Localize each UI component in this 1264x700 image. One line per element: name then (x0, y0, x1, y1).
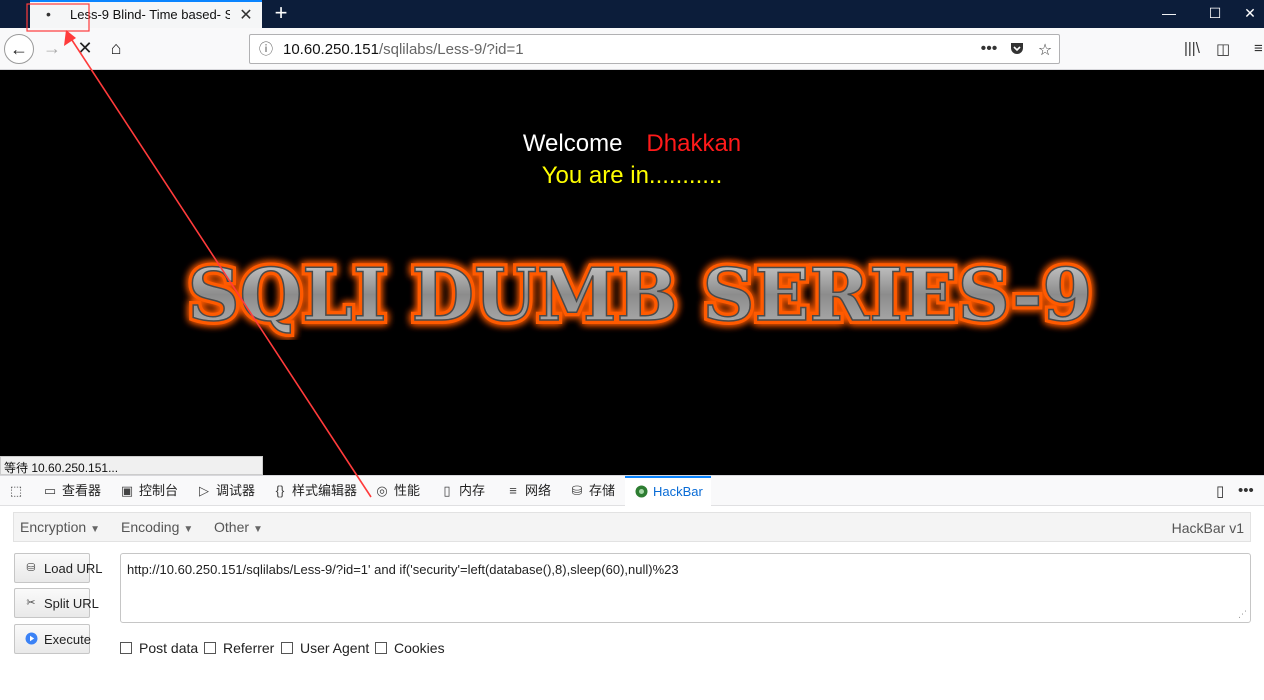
forward-icon[interactable]: → (37, 34, 67, 64)
page-actions-icon[interactable]: ••• (979, 40, 999, 58)
hackbar-version: HackBar v1 (1171, 520, 1244, 536)
web-page: Welcome Dhakkan You are in........... SQL… (0, 70, 1264, 475)
debugger-icon: ▷ (199, 483, 209, 498)
tab-performance[interactable]: ◎ 性能 (374, 476, 420, 506)
other-menu[interactable]: Other ▼ (214, 519, 263, 535)
back-icon[interactable]: ← (4, 34, 34, 64)
chevron-down-icon: ▼ (90, 524, 101, 535)
bookmark-star-icon[interactable]: ☆ (1035, 40, 1055, 60)
tab-inspector[interactable]: ▭ 查看器 (42, 476, 101, 506)
load-url-button[interactable]: ⛁ Load URL (14, 553, 103, 583)
style-editor-icon: {} (275, 483, 285, 498)
site-info-icon[interactable]: ⓘ (258, 41, 274, 57)
menu-icon[interactable]: ≡ (1254, 40, 1263, 57)
tab-hackbar[interactable]: HackBar (625, 476, 711, 506)
welcome-line: Welcome Dhakkan (0, 130, 1264, 158)
navigation-bar: ← → ✕ ⌂ ⓘ 10.60.250.151/sqlilabs/Less-9/… (0, 28, 1264, 70)
browser-tab[interactable]: • Less-9 Blind- Time based- Single Quote… (30, 0, 262, 28)
network-icon: ≡ (509, 483, 517, 498)
tab-memory[interactable]: ▯ 内存 (439, 476, 485, 506)
welcome-label: Welcome (522, 130, 623, 157)
series-banner: SQLI DUMB SERIES-9 SQLI DUMB SERIES-9 (184, 250, 1097, 340)
hackbar-icon (633, 478, 649, 505)
resize-handle-icon[interactable]: ⋰ (1238, 609, 1247, 620)
cookies-checkbox[interactable]: Cookies (375, 640, 445, 656)
checkbox-icon (120, 642, 132, 654)
close-tab-icon[interactable]: ✕ (237, 5, 255, 25)
welcome-name: Dhakkan (646, 130, 742, 157)
pocket-icon[interactable] (1007, 40, 1027, 61)
tab-storage[interactable]: ⛁ 存储 (569, 476, 615, 506)
browser-window: • Less-9 Blind- Time based- Single Quote… (0, 0, 1264, 700)
minimize-icon[interactable]: — (1146, 0, 1192, 28)
library-icon[interactable]: |||\ (1184, 40, 1200, 57)
status-message: You are in........... (541, 162, 723, 189)
address-bar[interactable]: ⓘ 10.60.250.151/sqlilabs/Less-9/?id=1 ••… (249, 34, 1060, 64)
checkbox-icon (204, 642, 216, 654)
performance-icon: ◎ (376, 483, 388, 498)
chevron-down-icon: ▼ (253, 524, 263, 535)
hackbar-url-textarea[interactable]: http://10.60.250.151/sqlilabs/Less-9/?id… (120, 553, 1251, 623)
stop-icon[interactable]: ✕ (70, 34, 100, 64)
banner-text: SQLI DUMB SERIES-9 (188, 252, 1093, 337)
tab-network[interactable]: ≡ 网络 (505, 476, 551, 506)
devtools-menu-icon[interactable]: ••• (1238, 482, 1254, 499)
encryption-menu[interactable]: Encryption ▼ (20, 519, 100, 535)
title-bar: • Less-9 Blind- Time based- Single Quote… (0, 0, 1264, 28)
load-icon: ⛁ (26, 562, 36, 574)
url-text[interactable]: 10.60.250.151/sqlilabs/Less-9/?id=1 (283, 41, 524, 58)
execute-button[interactable]: Execute (14, 624, 91, 654)
sidebar-icon[interactable]: ◫ (1216, 40, 1230, 58)
post-data-checkbox[interactable]: Post data (120, 640, 198, 656)
inspector-icon: ▭ (43, 483, 57, 498)
memory-icon: ▯ (443, 483, 451, 498)
split-url-button[interactable]: ✂ Split URL (14, 588, 99, 618)
tab-debugger[interactable]: ▷ 调试器 (196, 476, 255, 506)
user-agent-checkbox[interactable]: User Agent (281, 640, 369, 656)
loading-status-tip: 等待 10.60.250.151... (0, 456, 263, 475)
scissors-icon: ✂ (26, 597, 36, 609)
encoding-menu[interactable]: Encoding ▼ (121, 519, 193, 535)
checkbox-icon (281, 642, 293, 654)
devtools-tabbar: ⬚ ▭ 查看器 ▣ 控制台 ▷ 调试器 {} 样式编辑器 ◎ 性能 ▯ 内存 ≡ 网络 ⛁ 存储… (0, 476, 1264, 506)
devtools-panel: ⬚ ▭ 查看器 ▣ 控制台 ▷ 调试器 {} 样式编辑器 ◎ 性能 ▯ 内存 ≡ 网络 ⛁ 存储… (0, 475, 1264, 700)
chevron-down-icon: ▼ (183, 524, 194, 535)
maximize-icon[interactable]: ☐ (1192, 0, 1238, 28)
hackbar-menu: Encryption ▼ Encoding ▼ Other ▼ HackBar v1 (13, 512, 1251, 542)
close-window-icon[interactable]: ✕ (1236, 0, 1264, 28)
console-icon: ▣ (120, 483, 134, 498)
play-icon (24, 632, 38, 646)
referrer-checkbox[interactable]: Referrer (204, 640, 274, 656)
checkbox-icon (375, 642, 387, 654)
tab-console[interactable]: ▣ 控制台 (119, 476, 178, 506)
storage-icon: ⛁ (571, 483, 583, 498)
tab-style-editor[interactable]: {} 样式编辑器 (272, 476, 357, 506)
dock-toggle-icon[interactable]: ▯ (1216, 482, 1224, 500)
home-icon[interactable]: ⌂ (101, 34, 131, 64)
element-picker-icon[interactable]: ⬚ (8, 476, 28, 506)
tab-title: Less-9 Blind- Time based- Single Quotes-… (70, 7, 230, 22)
tab-loading-indicator: • (46, 6, 51, 22)
new-tab-icon[interactable]: + (270, 0, 292, 28)
